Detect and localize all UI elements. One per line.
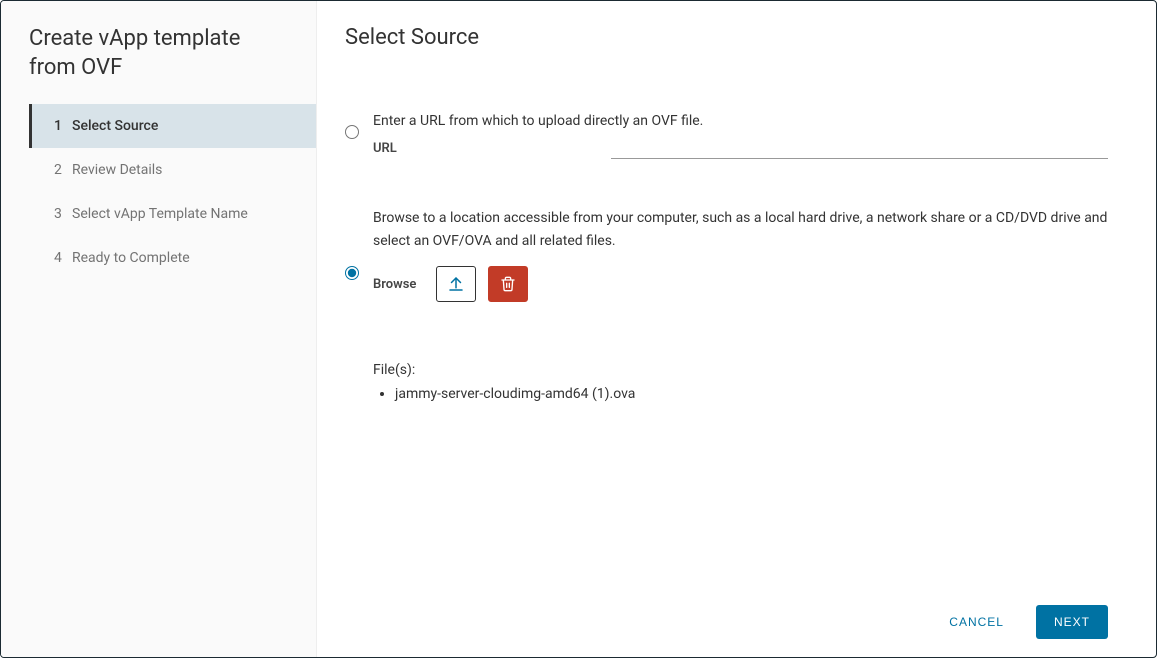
delete-button[interactable] — [488, 266, 528, 302]
radio-col — [345, 110, 373, 143]
browse-label: Browse — [373, 277, 416, 292]
step-ready-to-complete: 4 Ready to Complete — [29, 236, 316, 280]
files-section: File(s): jammy-server-cloudimg-amd64 (1)… — [373, 362, 1108, 404]
step-number: 2 — [54, 162, 72, 178]
url-option-content: Enter a URL from which to upload directl… — [373, 110, 1108, 159]
upload-icon — [447, 275, 465, 293]
step-select-vapp-template-name: 3 Select vApp Template Name — [29, 192, 316, 236]
step-select-source[interactable]: 1 Select Source — [29, 104, 316, 148]
browse-controls-row: Browse — [373, 266, 1108, 302]
wizard-title: Create vApp template from OVF — [1, 25, 316, 104]
url-radio[interactable] — [345, 125, 359, 139]
wizard-main: Select Source Enter a URL from which to … — [317, 1, 1156, 657]
step-number: 4 — [54, 250, 72, 266]
url-option-row: Enter a URL from which to upload directl… — [345, 110, 1108, 159]
step-review-details: 2 Review Details — [29, 148, 316, 192]
wizard-modal: Create vApp template from OVF 1 Select S… — [0, 0, 1157, 658]
step-number: 3 — [54, 206, 72, 222]
trash-icon — [500, 275, 516, 293]
step-label: Select vApp Template Name — [72, 206, 296, 222]
page-title: Select Source — [345, 25, 1108, 50]
wizard-steps: 1 Select Source 2 Review Details 3 Selec… — [29, 104, 316, 280]
browse-option-desc: Browse to a location accessible from you… — [373, 207, 1108, 252]
step-label: Select Source — [72, 118, 296, 134]
files-list: jammy-server-cloudimg-amd64 (1).ova — [373, 384, 1108, 404]
next-button[interactable]: NEXT — [1036, 605, 1108, 639]
file-item: jammy-server-cloudimg-amd64 (1).ova — [395, 384, 1108, 404]
browse-option-row: Browse to a location accessible from you… — [345, 207, 1108, 404]
step-label: Ready to Complete — [72, 250, 296, 266]
browse-radio[interactable] — [345, 266, 359, 280]
files-label: File(s): — [373, 362, 1108, 378]
radio-col — [345, 207, 373, 284]
upload-button[interactable] — [436, 266, 476, 302]
url-input[interactable] — [611, 138, 1108, 159]
step-number: 1 — [54, 118, 72, 134]
url-field-row: URL — [373, 138, 1108, 159]
url-option-desc: Enter a URL from which to upload directl… — [373, 110, 1108, 132]
step-label: Review Details — [72, 162, 296, 178]
modal-body: Create vApp template from OVF 1 Select S… — [1, 1, 1156, 657]
wizard-sidebar: Create vApp template from OVF 1 Select S… — [1, 1, 317, 657]
wizard-footer: CANCEL NEXT — [317, 589, 1156, 657]
cancel-button[interactable]: CANCEL — [939, 607, 1014, 637]
browse-option-content: Browse to a location accessible from you… — [373, 207, 1108, 404]
url-label: URL — [373, 141, 611, 156]
